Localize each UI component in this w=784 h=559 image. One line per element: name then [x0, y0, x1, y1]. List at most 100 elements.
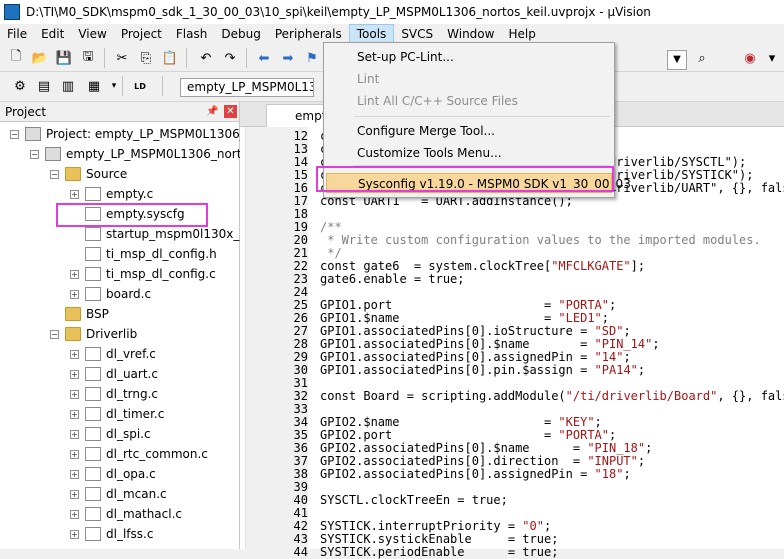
- code-line: GPIO1.associatedPins[0].pin.$assign = "P…: [320, 363, 646, 377]
- tree-item-label: ti_msp_dl_config.c: [106, 267, 216, 281]
- menu-file[interactable]: File: [0, 24, 34, 44]
- tree-item[interactable]: − Project: empty_LP_MSPM0L1306_no: [10, 124, 261, 144]
- close-icon[interactable]: ✕: [224, 105, 237, 118]
- tree-item[interactable]: BSP: [50, 304, 109, 324]
- tools-menu-item[interactable]: Customize Tools Menu...: [326, 143, 612, 163]
- debug-icon[interactable]: ◉: [740, 48, 760, 68]
- tree-item[interactable]: + dl_mathacl.c: [70, 504, 182, 524]
- tree-item[interactable]: + dl_rtc_common.c: [70, 444, 208, 464]
- pin-icon[interactable]: 📌: [206, 106, 218, 117]
- configure-icon[interactable]: ▾: [762, 48, 782, 68]
- project-icon: [25, 127, 41, 141]
- rebuild-icon[interactable]: ▥: [58, 76, 78, 96]
- expand-icon[interactable]: +: [70, 189, 79, 199]
- project-panel-title: Project: [5, 104, 47, 119]
- menu-view[interactable]: View: [71, 24, 113, 44]
- expand-icon[interactable]: +: [70, 449, 79, 459]
- redo-icon[interactable]: ↷: [220, 48, 240, 68]
- tree-item[interactable]: + dl_timer.c: [70, 404, 164, 424]
- expand-icon[interactable]: +: [70, 429, 79, 439]
- expand-icon[interactable]: +: [70, 289, 79, 299]
- expand-icon[interactable]: +: [70, 509, 79, 519]
- tree-item-label: dl_uart.c: [106, 367, 158, 381]
- menu-edit[interactable]: Edit: [34, 24, 71, 44]
- collapse-icon[interactable]: −: [10, 129, 19, 139]
- menu-debug[interactable]: Debug: [214, 24, 267, 44]
- tree-item[interactable]: ti_msp_dl_config.h: [70, 244, 217, 264]
- file-icon: [85, 467, 101, 481]
- expand-icon[interactable]: +: [70, 469, 79, 479]
- collapse-icon[interactable]: −: [50, 329, 59, 339]
- expand-icon[interactable]: +: [70, 389, 79, 399]
- expand-icon[interactable]: +: [70, 409, 79, 419]
- find-combo-arrow[interactable]: ▼: [667, 50, 687, 70]
- expand-icon[interactable]: +: [70, 349, 79, 359]
- tree-item[interactable]: − Driverlib: [50, 324, 137, 344]
- tools-menu-item[interactable]: Set-up PC-Lint...: [326, 47, 612, 67]
- tree-item[interactable]: + board.c: [70, 284, 151, 304]
- tree-item-label: Project: empty_LP_MSPM0L1306_no: [46, 127, 261, 141]
- file-icon: [85, 527, 101, 541]
- translate-icon[interactable]: ⚙: [10, 76, 30, 96]
- line-number: 44: [293, 545, 308, 559]
- menu-window[interactable]: Window: [440, 24, 501, 44]
- file-icon: [85, 287, 101, 301]
- project-panel: Project 📌 ✕ − Project: empty_LP_MSPM0L130…: [0, 102, 261, 549]
- menu-bar: File Edit View Project Flash Debug Perip…: [0, 24, 784, 44]
- menu-help[interactable]: Help: [501, 24, 542, 44]
- uvision-app-icon: [4, 4, 20, 20]
- target-select[interactable]: empty_LP_MSPM0L1306_n: [180, 78, 314, 97]
- tree-item[interactable]: + dl_uart.c: [70, 364, 158, 384]
- menu-project[interactable]: Project: [114, 24, 169, 44]
- tree-item[interactable]: + dl_mcan.c: [70, 484, 167, 504]
- tree-item-label: board.c: [106, 287, 152, 301]
- batch-build-icon[interactable]: ▦: [84, 76, 104, 96]
- bookmark-icon[interactable]: ⚑: [302, 48, 322, 68]
- tree-item[interactable]: + dl_spi.c: [70, 424, 151, 444]
- expand-icon[interactable]: +: [70, 489, 79, 499]
- tree-item[interactable]: + dl_vref.c: [70, 344, 156, 364]
- tree-item[interactable]: + empty.c: [70, 184, 153, 204]
- save-all-icon[interactable]: 🖫: [78, 48, 98, 68]
- save-icon[interactable]: 💾: [54, 48, 74, 68]
- open-folder-icon[interactable]: 📂: [30, 48, 50, 68]
- paste-icon[interactable]: 📋: [160, 48, 180, 68]
- cut-icon[interactable]: ✂: [112, 48, 132, 68]
- expand-icon[interactable]: +: [70, 369, 79, 379]
- menu-peripherals[interactable]: Peripherals: [268, 24, 349, 44]
- menu-flash[interactable]: Flash: [169, 24, 214, 44]
- tree-item-label: dl_opa.c: [106, 467, 156, 481]
- file-icon: [85, 387, 101, 401]
- file-icon: [85, 267, 101, 281]
- tree-item-label: startup_mspm0l130x_uvi: [106, 227, 258, 241]
- file-icon: [85, 447, 101, 461]
- collapse-icon[interactable]: −: [50, 169, 59, 179]
- tree-item-label: dl_vref.c: [106, 347, 156, 361]
- batch-build-arrow-icon[interactable]: ▾: [104, 76, 124, 96]
- tree-item-label: Source: [86, 167, 128, 181]
- tree-item[interactable]: − empty_LP_MSPM0L1306_nortos_: [30, 144, 261, 164]
- tree-item[interactable]: − Source: [50, 164, 127, 184]
- collapse-icon[interactable]: −: [30, 149, 39, 159]
- tree-item[interactable]: + ti_msp_dl_config.c: [70, 264, 216, 284]
- menu-tools[interactable]: Tools: [348, 24, 395, 44]
- line-number-gutter: 12 13 14 15 16 17 18 19 20 21 22 23 24 25 26 27 28 29 30 31…: [246, 127, 308, 559]
- tree-item[interactable]: startup_mspm0l130x_uvi: [70, 224, 257, 244]
- find-icon[interactable]: ⌕: [692, 48, 712, 68]
- tree-item[interactable]: + dl_trng.c: [70, 384, 158, 404]
- nav-forward-icon[interactable]: ➡: [278, 48, 298, 68]
- tree-item[interactable]: + dl_opa.c: [70, 464, 156, 484]
- window-title: D:\TI\M0_SDK\mspm0_sdk_1_30_00_03\10_spi…: [26, 5, 651, 19]
- expand-icon[interactable]: +: [70, 529, 79, 539]
- build-icon[interactable]: ▤: [34, 76, 54, 96]
- copy-icon[interactable]: ⎘: [136, 48, 156, 68]
- tools-menu-item[interactable]: Configure Merge Tool...: [326, 121, 612, 141]
- expand-icon[interactable]: +: [70, 269, 79, 279]
- new-file-icon[interactable]: 🗋: [6, 48, 26, 68]
- tree-item[interactable]: + dl_lfss.c: [70, 524, 153, 544]
- menu-svcs[interactable]: SVCS: [394, 24, 440, 44]
- nav-back-icon[interactable]: ⬅: [254, 48, 274, 68]
- load-icon[interactable]: LD: [130, 76, 150, 96]
- undo-icon[interactable]: ↶: [196, 48, 216, 68]
- code-line: SYSCTL.clockTreeEn = true;: [320, 493, 508, 507]
